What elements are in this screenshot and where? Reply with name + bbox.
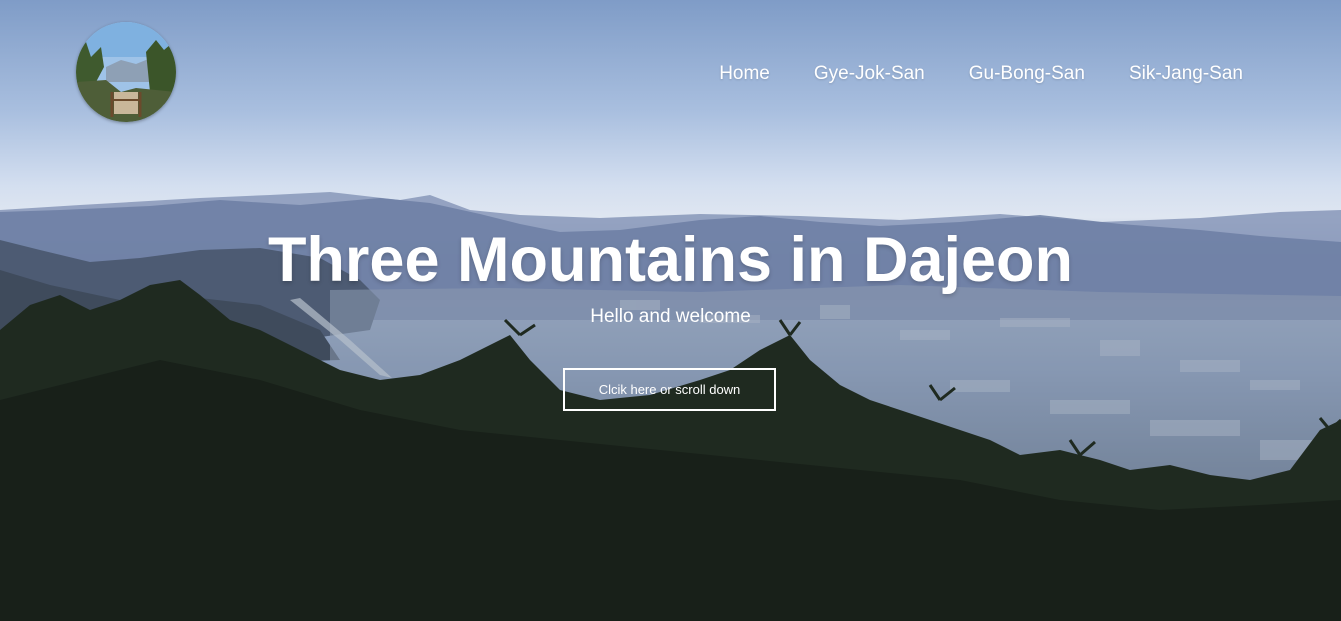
site-logo[interactable] [76, 22, 176, 122]
nav-link-home[interactable]: Home [719, 63, 770, 85]
nav-link-gye-jok-san[interactable]: Gye-Jok-San [814, 63, 925, 85]
main-navigation: Home Gye-Jok-San Gu-Bong-San Sik-Jang-Sa… [719, 63, 1243, 85]
hero-subtitle: Hello and welcome [590, 306, 751, 327]
hero-section: Home Gye-Jok-San Gu-Bong-San Sik-Jang-Sa… [0, 0, 1341, 621]
scroll-down-button[interactable]: Clcik here or scroll down [563, 368, 776, 411]
nav-link-sik-jang-san[interactable]: Sik-Jang-San [1129, 63, 1243, 85]
nav-link-gu-bong-san[interactable]: Gu-Bong-San [969, 63, 1085, 85]
hero-title: Three Mountains in Dajeon [267, 225, 1074, 295]
mountain-trail-logo-image [76, 22, 176, 122]
